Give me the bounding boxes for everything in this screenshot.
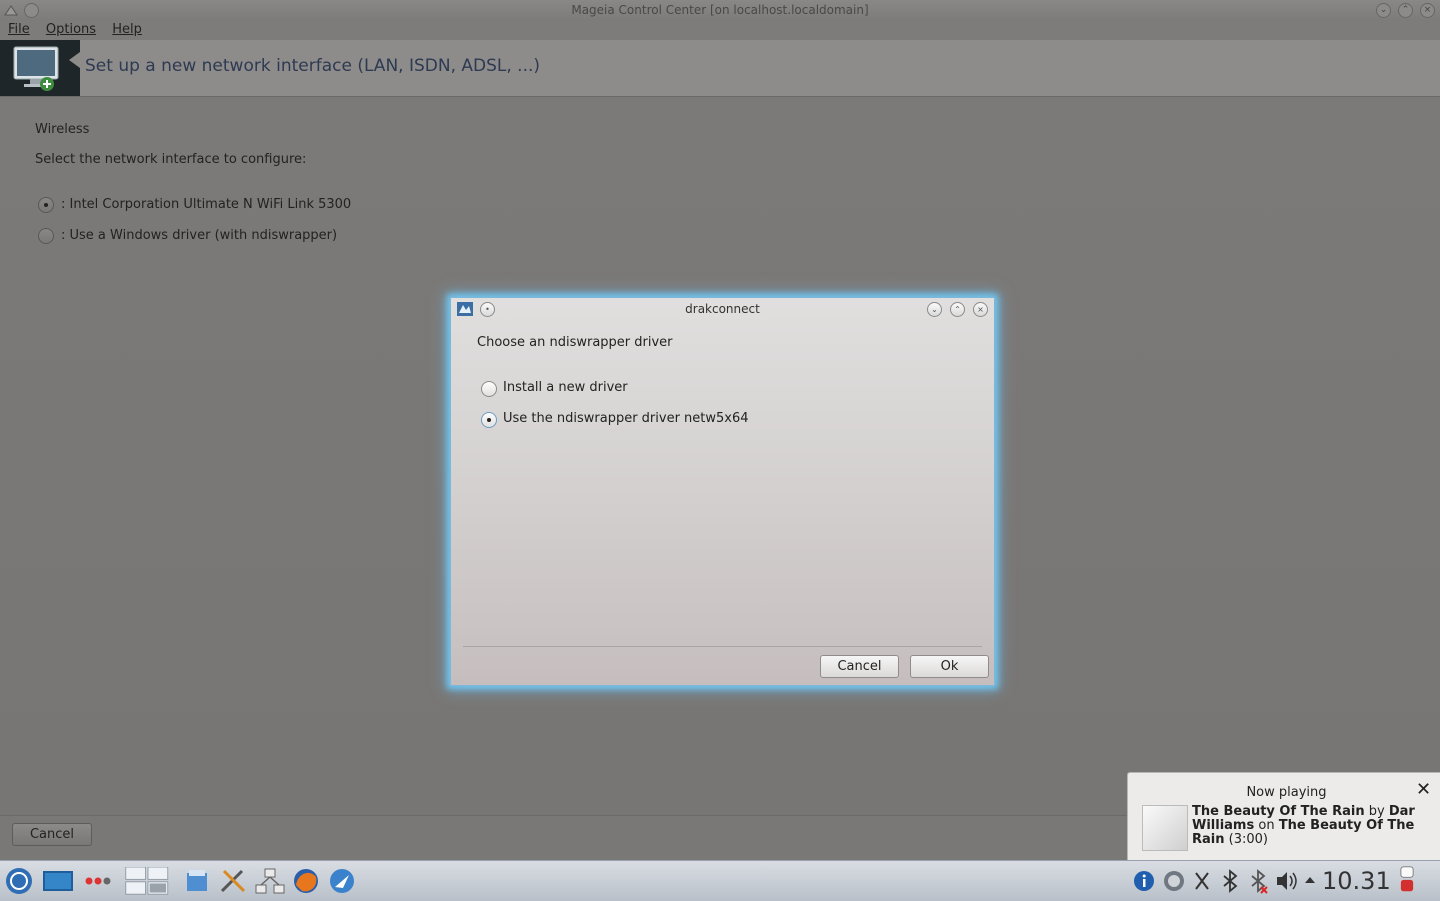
now-playing-heading: Now playing <box>1246 785 1327 800</box>
section-label: Wireless <box>35 122 90 137</box>
mail-icon[interactable] <box>328 867 356 895</box>
scissors-icon[interactable] <box>1192 867 1212 895</box>
now-playing-popup: Now playing ✕ The Beauty Of The Rain by … <box>1127 772 1440 862</box>
monitor-add-icon <box>13 46 80 91</box>
menu-options[interactable]: Options <box>46 20 96 40</box>
banner-icon-box <box>0 40 80 96</box>
kde-menu-icon[interactable] <box>4 867 34 895</box>
now-playing-info: The Beauty Of The Rain by Dar Williams o… <box>1192 805 1432 847</box>
album-art <box>1142 805 1188 851</box>
main-cancel-button[interactable]: Cancel <box>12 823 92 846</box>
bluetooth-off-icon[interactable] <box>1246 867 1270 895</box>
on-word: on <box>1258 818 1275 833</box>
dialog-minimize-button[interactable]: ⌄ <box>927 302 942 317</box>
firefox-icon[interactable] <box>292 867 320 895</box>
radio-install-new-driver-label[interactable]: Install a new driver <box>503 380 628 395</box>
menu-file[interactable]: File <box>8 20 30 40</box>
app-icon <box>4 5 18 16</box>
bluetooth-icon[interactable] <box>1218 867 1242 895</box>
interface-prompt: Select the network interface to configur… <box>35 152 307 167</box>
dialog-close-button[interactable]: × <box>973 302 988 317</box>
taskbar: 10.31 <box>0 860 1440 901</box>
page-title: Set up a new network interface (LAN, ISD… <box>85 56 541 76</box>
radio-use-netw5x64-label[interactable]: Use the ndiswrapper driver netw5x64 <box>503 411 749 426</box>
window-titlebar: Mageia Control Center [on localhost.loca… <box>0 0 1440 20</box>
dialog-separator <box>463 646 982 647</box>
dialog-ok-button[interactable]: Ok <box>910 655 989 678</box>
maximize-button[interactable]: ⌃ <box>1398 3 1413 18</box>
radio-use-netw5x64[interactable] <box>481 412 497 428</box>
radio-intel-wifi[interactable] <box>38 197 54 213</box>
radio-install-new-driver[interactable] <box>481 381 497 397</box>
by-word: by <box>1368 804 1385 819</box>
dialog-title: drakconnect <box>685 302 760 316</box>
window-title: Mageia Control Center [on localhost.loca… <box>571 3 869 17</box>
close-button[interactable]: × <box>1420 3 1435 18</box>
track-title: The Beauty Of The Rain <box>1192 804 1365 819</box>
dialog-prompt: Choose an ndiswrapper driver <box>477 335 673 350</box>
file-manager-icon[interactable] <box>184 867 210 895</box>
radio-ndiswrapper[interactable] <box>38 228 54 244</box>
info-icon[interactable] <box>1132 867 1156 895</box>
close-icon[interactable]: ✕ <box>1416 781 1431 799</box>
tools-icon[interactable] <box>218 867 248 895</box>
arrow-up-icon[interactable] <box>1303 867 1317 895</box>
dialog-cancel-button[interactable]: Cancel <box>820 655 899 678</box>
lock-icon[interactable] <box>1398 865 1416 893</box>
dialog-maximize-button[interactable]: ⌃ <box>950 302 965 317</box>
radio-ndiswrapper-label[interactable]: : Use a Windows driver (with ndiswrapper… <box>61 228 337 243</box>
radio-intel-wifi-label[interactable]: : Intel Corporation Ultimate N WiFi Link… <box>61 197 351 212</box>
menu-help[interactable]: Help <box>112 20 142 40</box>
window-menu-button[interactable] <box>24 3 39 18</box>
desktop-icon[interactable] <box>42 867 74 895</box>
menubar: File Options Help <box>0 20 1440 40</box>
header-banner: Set up a new network interface (LAN, ISD… <box>0 40 1440 97</box>
volume-icon[interactable] <box>1274 867 1300 895</box>
network-tray-icon[interactable] <box>1162 867 1186 895</box>
duration: (3:00) <box>1228 832 1268 847</box>
drakconnect-dialog: • drakconnect ⌄ ⌃ × Choose an ndiswrappe… <box>450 297 995 686</box>
clock[interactable]: 10.31 <box>1322 867 1391 895</box>
minimize-button[interactable]: ⌄ <box>1376 3 1391 18</box>
activities-icon[interactable] <box>84 867 112 895</box>
network-icon[interactable] <box>254 867 286 895</box>
pager-icon[interactable] <box>120 867 176 895</box>
